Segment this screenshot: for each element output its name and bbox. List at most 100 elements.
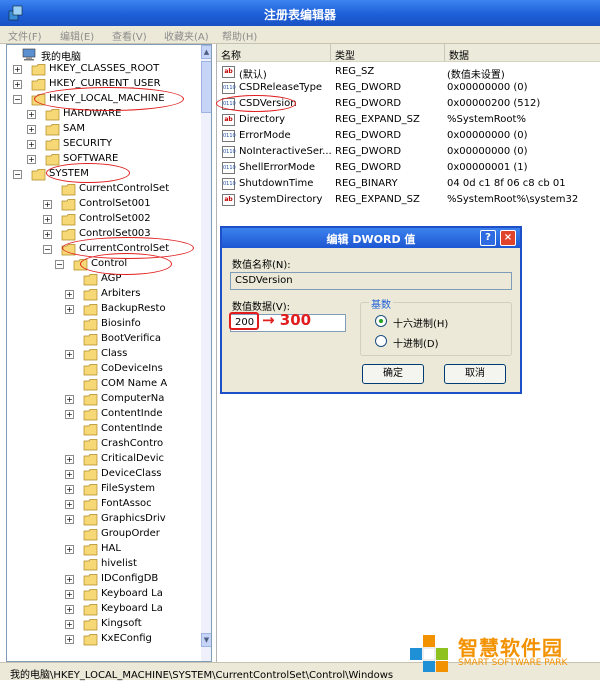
expand-icon[interactable]: +: [65, 485, 74, 494]
column-header-name[interactable]: 名称: [217, 44, 331, 62]
tree-item[interactable]: + Arbiters: [7, 287, 199, 302]
scroll-thumb[interactable]: [201, 61, 211, 113]
expand-icon[interactable]: +: [65, 575, 74, 584]
value-row[interactable]: 0110 ShellErrorMode REG_DWORD 0x00000001 (1…: [217, 160, 600, 176]
expand-icon[interactable]: +: [65, 470, 74, 479]
value-name: ErrorMode: [239, 130, 291, 141]
expand-icon[interactable]: +: [65, 395, 74, 404]
ok-button[interactable]: 确定: [362, 364, 424, 384]
menu-help[interactable]: 帮助(H): [222, 28, 257, 43]
value-row[interactable]: 0110 CSDVersion REG_DWORD 0x00000200 (512): [217, 96, 600, 112]
expand-icon[interactable]: +: [65, 455, 74, 464]
tree-item[interactable]: + ContentInde: [7, 407, 199, 422]
value-row[interactable]: ab Directory REG_EXPAND_SZ %SystemRoot%: [217, 112, 600, 128]
expand-icon[interactable]: +: [65, 590, 74, 599]
tree-label: AGP: [101, 273, 122, 284]
tree-item[interactable]: + Keyboard La: [7, 602, 199, 617]
expand-icon[interactable]: +: [13, 65, 22, 74]
tree-vertical-scrollbar[interactable]: ▲ ▼: [201, 45, 211, 661]
tree-item[interactable]: GroupOrder: [7, 527, 199, 542]
expand-icon[interactable]: +: [43, 215, 52, 224]
expand-icon[interactable]: +: [65, 515, 74, 524]
column-header-type[interactable]: 类型: [331, 44, 445, 62]
value-row[interactable]: 0110 NoInteractiveSer... REG_DWORD 0x000000…: [217, 144, 600, 160]
expand-icon[interactable]: +: [65, 410, 74, 419]
expand-icon[interactable]: +: [65, 350, 74, 359]
tree-item[interactable]: + HKEY_CLASSES_ROOT: [7, 62, 199, 77]
tree-item[interactable]: Biosinfo: [7, 317, 199, 332]
tree-item[interactable]: + KxEConfig: [7, 632, 199, 647]
tree-item[interactable]: + ControlSet001: [7, 197, 199, 212]
tree-item[interactable]: + CriticalDevic: [7, 452, 199, 467]
tree-item[interactable]: + Kingsoft: [7, 617, 199, 632]
close-button[interactable]: ×: [500, 230, 516, 246]
tree-item[interactable]: − HKEY_LOCAL_MACHINE: [7, 92, 199, 107]
collapse-icon[interactable]: −: [43, 245, 52, 254]
expand-icon[interactable]: +: [27, 110, 36, 119]
collapse-icon[interactable]: −: [13, 170, 22, 179]
tree-item[interactable]: + HAL: [7, 542, 199, 557]
tree-item[interactable]: + HARDWARE: [7, 107, 199, 122]
tree-item[interactable]: CoDeviceIns: [7, 362, 199, 377]
tree-item[interactable]: COM Name A: [7, 377, 199, 392]
tree-item[interactable]: + FileSystem: [7, 482, 199, 497]
tree-item[interactable]: + Keyboard La: [7, 587, 199, 602]
tree-item[interactable]: AGP: [7, 272, 199, 287]
menu-favorites[interactable]: 收藏夹(A): [164, 28, 209, 43]
menu-edit[interactable]: 编辑(E): [60, 28, 94, 43]
expand-icon[interactable]: +: [65, 605, 74, 614]
value-row[interactable]: 0110 CSDReleaseType REG_DWORD 0x00000000 (0…: [217, 80, 600, 96]
scroll-down-button[interactable]: ▼: [201, 633, 211, 647]
tree-item[interactable]: CrashContro: [7, 437, 199, 452]
scroll-up-button[interactable]: ▲: [201, 45, 211, 59]
tree-item[interactable]: BootVerifica: [7, 332, 199, 347]
tree-item[interactable]: + SAM: [7, 122, 199, 137]
tree-item[interactable]: ContentInde: [7, 422, 199, 437]
expand-icon[interactable]: +: [65, 500, 74, 509]
tree-item[interactable]: + DeviceClass: [7, 467, 199, 482]
tree-item[interactable]: − CurrentControlSet: [7, 242, 199, 257]
tree-item[interactable]: − SYSTEM: [7, 167, 199, 182]
tree-item[interactable]: CurrentControlSet: [7, 182, 199, 197]
cancel-button[interactable]: 取消: [444, 364, 506, 384]
expand-icon[interactable]: +: [65, 290, 74, 299]
tree-item[interactable]: + GraphicsDriv: [7, 512, 199, 527]
expand-icon[interactable]: +: [43, 200, 52, 209]
value-row[interactable]: ab (默认) REG_SZ (数值未设置): [217, 64, 600, 81]
tree-item[interactable]: + IDConfigDB: [7, 572, 199, 587]
tree-item[interactable]: + ControlSet003: [7, 227, 199, 242]
expand-icon[interactable]: +: [27, 125, 36, 134]
value-row[interactable]: ab SystemDirectory REG_EXPAND_SZ %SystemRoo…: [217, 192, 600, 208]
radio-decimal[interactable]: [375, 335, 387, 347]
value-row[interactable]: 0110 ShutdownTime REG_BINARY 04 0d c1 8f 06…: [217, 176, 600, 192]
tree-item[interactable]: + BackupResto: [7, 302, 199, 317]
value-row[interactable]: 0110 ErrorMode REG_DWORD 0x00000000 (0): [217, 128, 600, 144]
tree-label: Biosinfo: [101, 318, 141, 329]
expand-icon[interactable]: +: [65, 620, 74, 629]
expand-icon[interactable]: +: [13, 80, 22, 89]
tree-item[interactable]: + SOFTWARE: [7, 152, 199, 167]
radio-hex[interactable]: [375, 315, 387, 327]
expand-icon[interactable]: +: [65, 635, 74, 644]
tree-item[interactable]: hivelist: [7, 557, 199, 572]
tree-item[interactable]: − Control: [7, 257, 199, 272]
expand-icon[interactable]: +: [65, 545, 74, 554]
tree-item[interactable]: + SECURITY: [7, 137, 199, 152]
tree-root[interactable]: 我的电脑: [11, 47, 191, 63]
tree-item[interactable]: + Class: [7, 347, 199, 362]
binary-value-icon: 0110: [222, 178, 236, 190]
tree-item[interactable]: + ControlSet002: [7, 212, 199, 227]
menu-file[interactable]: 文件(F): [8, 28, 42, 43]
collapse-icon[interactable]: −: [55, 260, 64, 269]
collapse-icon[interactable]: −: [13, 95, 22, 104]
help-button[interactable]: ?: [480, 230, 496, 246]
expand-icon[interactable]: +: [27, 140, 36, 149]
menu-view[interactable]: 查看(V): [112, 28, 147, 43]
expand-icon[interactable]: +: [43, 230, 52, 239]
tree-item[interactable]: + ComputerNa: [7, 392, 199, 407]
tree-item[interactable]: + HKEY_CURRENT_USER: [7, 77, 199, 92]
expand-icon[interactable]: +: [27, 155, 36, 164]
tree-item[interactable]: + FontAssoc: [7, 497, 199, 512]
expand-icon[interactable]: +: [65, 305, 74, 314]
column-header-data[interactable]: 数据: [445, 44, 600, 62]
